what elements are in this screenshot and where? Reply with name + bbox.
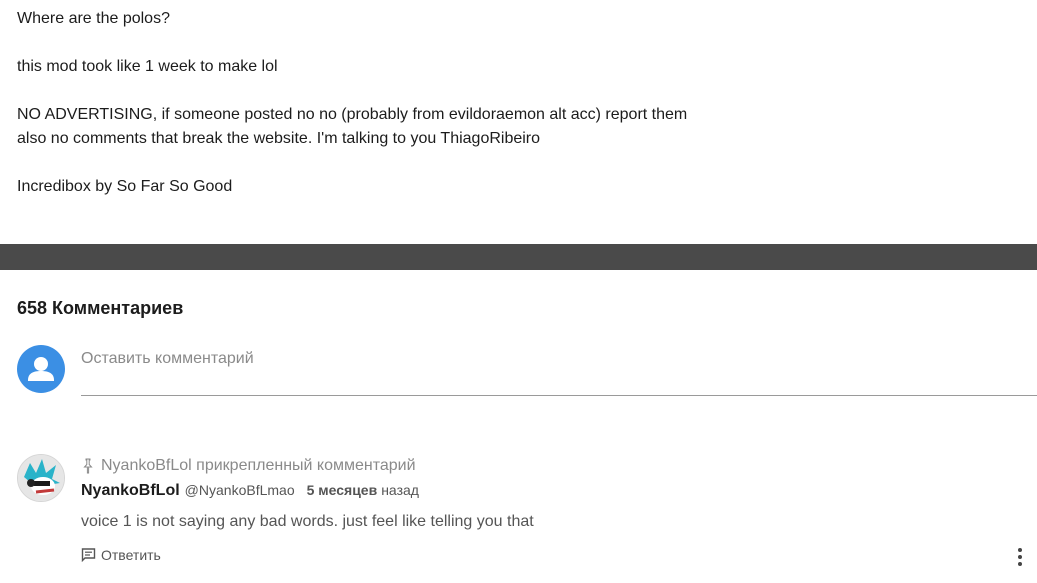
reply-icon bbox=[81, 548, 96, 562]
comments-section: 658 Комментариев NyankoBfLol прикрепленн… bbox=[0, 270, 1037, 583]
comment-author-name[interactable]: NyankoBfLol bbox=[81, 482, 180, 500]
comment-time-suffix: назад bbox=[381, 482, 419, 498]
reply-button[interactable]: Ответить bbox=[81, 547, 161, 563]
mod-description: Where are the polos? this mod took like … bbox=[0, 0, 1037, 244]
comment-author-avatar[interactable] bbox=[17, 454, 65, 502]
description-line-1: Where are the polos? bbox=[17, 10, 170, 27]
author-avatar-image bbox=[18, 455, 64, 501]
comment-time: 5 месяцев bbox=[306, 482, 378, 498]
description-line-3: NO ADVERTISING, if someone posted no no … bbox=[17, 106, 688, 123]
comment-author-handle[interactable]: @NyankoBfLmao bbox=[185, 482, 295, 498]
more-vertical-icon[interactable] bbox=[1013, 546, 1027, 568]
description-line-2: this mod took like 1 week to make lol bbox=[17, 58, 278, 75]
pinned-indicator: NyankoBfLol прикрепленный комментарий bbox=[81, 457, 416, 475]
current-user-avatar bbox=[17, 345, 65, 393]
pinned-label: NyankoBfLol прикрепленный комментарий bbox=[101, 457, 416, 474]
user-icon bbox=[28, 357, 54, 381]
reply-label: Ответить bbox=[101, 547, 161, 563]
pin-icon bbox=[83, 458, 93, 474]
section-divider bbox=[0, 244, 1037, 270]
comments-count: 658 Комментариев bbox=[17, 298, 184, 318]
description-line-5: Incredibox by So Far So Good bbox=[17, 178, 233, 195]
comment-meta: NyankoBfLol @NyankoBfLmao 5 месяцев наза… bbox=[81, 482, 419, 500]
comment-input[interactable] bbox=[81, 346, 1037, 396]
comment-text: voice 1 is not saying any bad words. jus… bbox=[81, 513, 534, 530]
description-line-4: also no comments that break the website.… bbox=[17, 130, 541, 147]
